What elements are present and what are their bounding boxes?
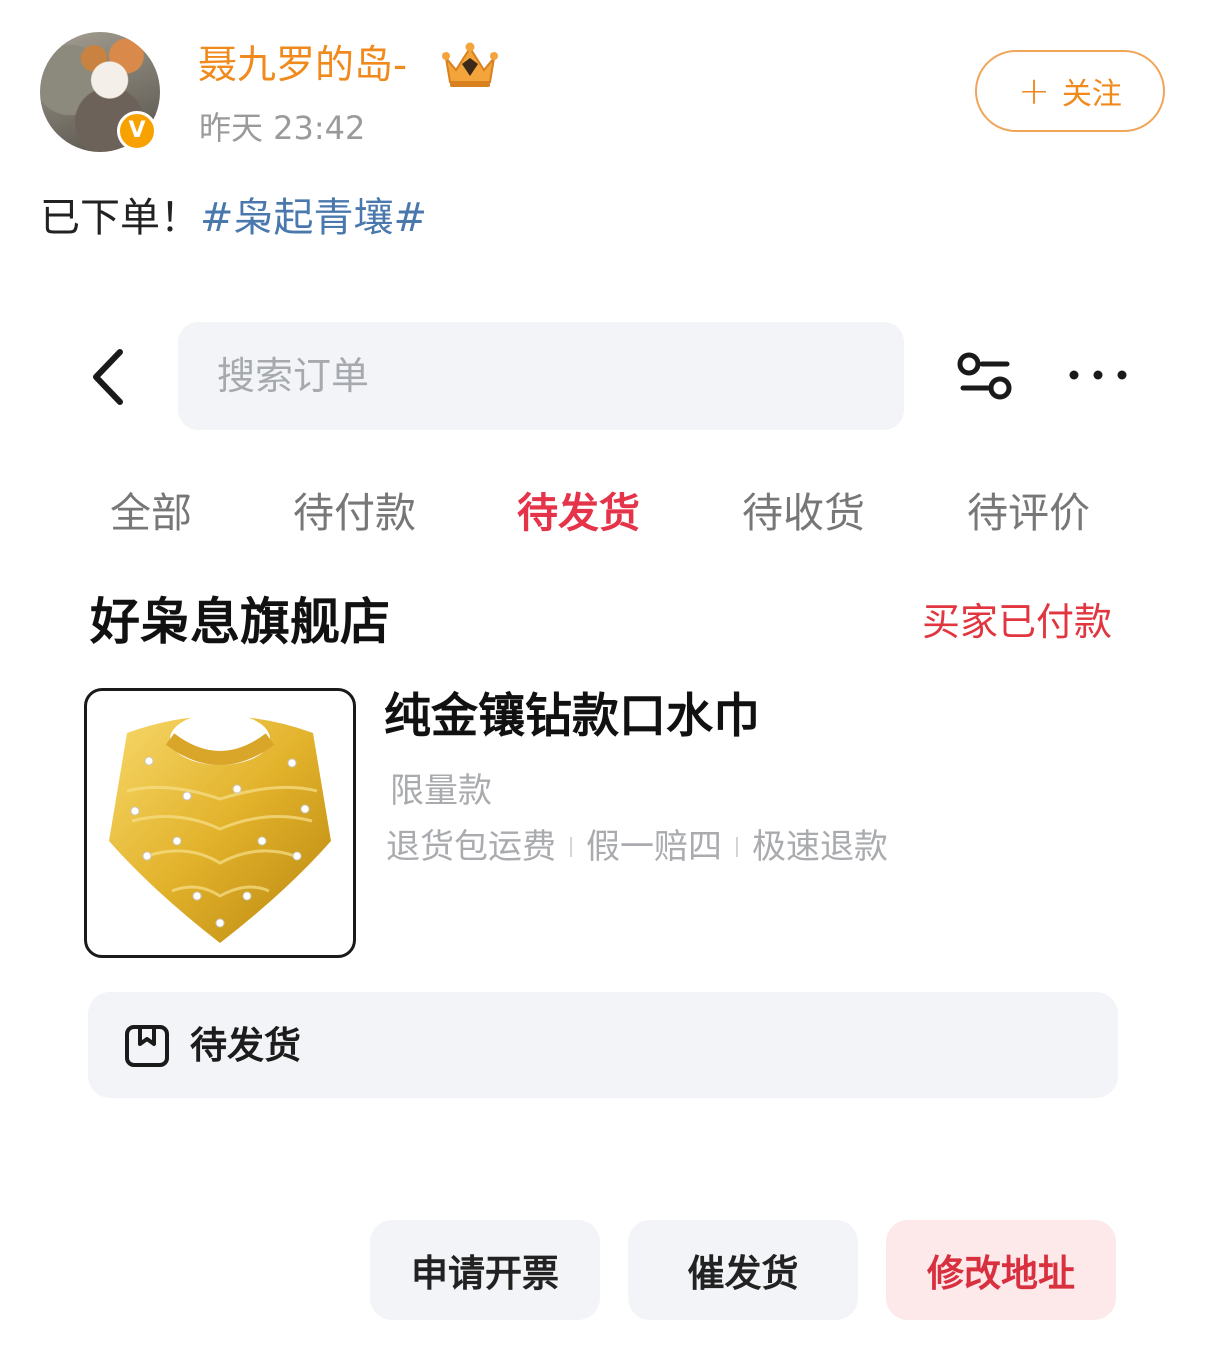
follow-label: 关注	[1061, 77, 1122, 112]
search-placeholder: 搜索订单	[217, 354, 370, 398]
tab-pending-receipt[interactable]: 待收货	[742, 484, 865, 542]
shipping-status-text: 待发货	[190, 1024, 301, 1067]
tab-pending-review[interactable]: 待评价	[967, 484, 1090, 542]
modify-address-button[interactable]: 修改地址	[886, 1220, 1116, 1320]
box-icon	[125, 1025, 169, 1067]
product-variant: 限量款	[390, 771, 492, 811]
crown-icon	[442, 42, 498, 87]
shop-name[interactable]: 好枭息旗舰店	[90, 590, 390, 654]
request-invoice-button[interactable]: 申请开票	[370, 1220, 600, 1320]
post-timestamp: 昨天 23:42	[199, 109, 366, 147]
more-icon[interactable]	[1066, 360, 1130, 390]
verified-icon: V	[117, 111, 157, 151]
filter-icon[interactable]	[955, 350, 1015, 402]
post-text: 已下单！#枭起青壤#	[40, 192, 427, 244]
tag-divider	[570, 837, 572, 857]
back-chevron-icon[interactable]	[86, 342, 136, 412]
tab-all[interactable]: 全部	[110, 484, 192, 542]
tab-pending-payment[interactable]: 待付款	[293, 484, 416, 542]
follow-button[interactable]: + 关注	[975, 50, 1165, 132]
tag-divider	[736, 837, 738, 857]
order-status: 买家已付款	[922, 600, 1113, 644]
plus-icon: +	[1018, 69, 1050, 113]
post-text-prefix: 已下单！	[40, 195, 200, 241]
service-tag: 退货包运费	[386, 827, 556, 867]
product-image[interactable]	[84, 688, 356, 958]
username[interactable]: 聂九罗的岛-	[198, 40, 407, 92]
gold-bib-image	[109, 713, 331, 943]
service-tags: 退货包运费 假一赔四 极速退款	[386, 823, 888, 871]
service-tag: 假一赔四	[586, 827, 722, 867]
hashtag-link[interactable]: #枭起青壤#	[200, 195, 427, 241]
urge-shipment-button[interactable]: 催发货	[628, 1220, 858, 1320]
service-tag: 极速退款	[752, 827, 888, 867]
product-title[interactable]: 纯金镶钻款口水巾	[384, 686, 760, 748]
tab-pending-shipment[interactable]: 待发货	[517, 484, 640, 542]
